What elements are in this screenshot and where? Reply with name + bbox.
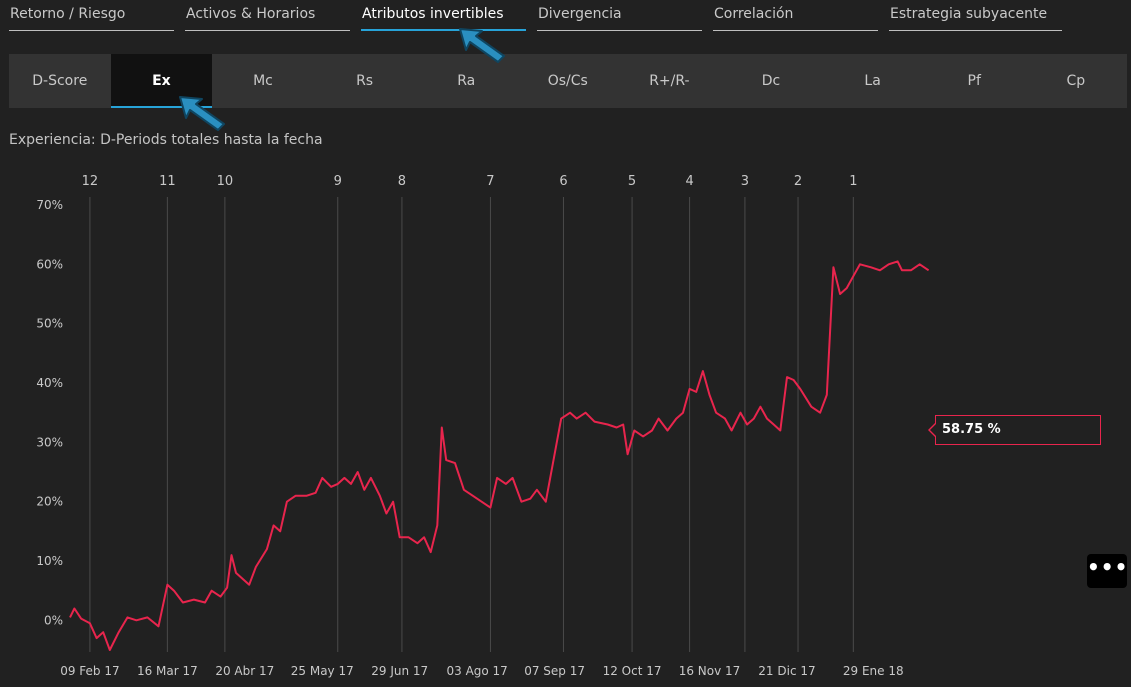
- y-tick-label: 30%: [36, 435, 63, 449]
- subtab-r-plus-minus[interactable]: R+/R-: [619, 54, 721, 108]
- cursor-arrow-icon: [179, 96, 225, 131]
- period-marker-label: 7: [486, 174, 494, 189]
- subtab-pf[interactable]: Pf: [923, 54, 1025, 108]
- series-line: [69, 260, 930, 651]
- x-axis: 09 Feb 17 16 Mar 17 20 Abr 17 25 May 17 29 J…: [60, 664, 903, 678]
- x-tick-label: 16 Nov 17: [679, 664, 741, 678]
- series: [69, 260, 930, 651]
- tab-retorno-riesgo[interactable]: Retorno / Riesgo: [9, 6, 174, 31]
- experience-chart: 12 11 10 9 8 7 6 5 4 3 2 1 0% 10% 20% 30% 40% 50% 60% 70% …: [0, 160, 1131, 687]
- y-tick-label: 70%: [36, 198, 63, 212]
- period-marker-label: 1: [849, 174, 857, 189]
- x-tick-label: 20 Abr 17: [215, 664, 274, 678]
- tab-activos-horarios[interactable]: Activos & Horarios: [185, 6, 350, 31]
- subtab-d-score[interactable]: D-Score: [9, 54, 111, 108]
- period-marker-label: 4: [685, 174, 693, 189]
- subtab-dc[interactable]: Dc: [720, 54, 822, 108]
- subtab-rs[interactable]: Rs: [314, 54, 416, 108]
- y-tick-label: 50%: [36, 317, 63, 331]
- period-marker-label: 2: [794, 174, 802, 189]
- subtab-la[interactable]: La: [822, 54, 924, 108]
- cursor-arrow-icon: [459, 28, 505, 63]
- period-marker-label: 10: [217, 174, 234, 189]
- y-tick-label: 0%: [44, 613, 63, 627]
- period-marker-label: 12: [82, 174, 99, 189]
- period-marker-label: 5: [628, 174, 636, 189]
- y-tick-label: 60%: [36, 257, 63, 271]
- period-marker-label: 6: [559, 174, 567, 189]
- period-marker-label: 8: [398, 174, 406, 189]
- period-marker-label: 11: [159, 174, 176, 189]
- tab-estrategia-subyacente[interactable]: Estrategia subyacente: [889, 6, 1062, 31]
- current-value-label: 58.75 %: [928, 415, 1101, 445]
- y-tick-label: 10%: [36, 554, 63, 568]
- period-marker-label: 3: [741, 174, 749, 189]
- y-tick-label: 20%: [36, 495, 63, 509]
- top-tab-bar: Retorno / Riesgo Activos & Horarios Atri…: [0, 0, 1131, 36]
- x-tick-label: 16 Mar 17: [137, 664, 198, 678]
- x-tick-label: 12 Oct 17: [603, 664, 662, 678]
- x-tick-label: 21 Dic 17: [758, 664, 815, 678]
- x-tick-label: 03 Ago 17: [446, 664, 507, 678]
- period-marker-label: 9: [334, 174, 342, 189]
- more-options-button[interactable]: •••: [1087, 554, 1127, 588]
- x-tick-label: 25 May 17: [291, 664, 354, 678]
- tab-divergencia[interactable]: Divergencia: [537, 6, 702, 31]
- subtab-os-cs[interactable]: Os/Cs: [517, 54, 619, 108]
- y-tick-label: 40%: [36, 376, 63, 390]
- x-tick-label: 29 Jun 17: [371, 664, 428, 678]
- y-axis: 0% 10% 20% 30% 40% 50% 60% 70%: [36, 198, 63, 627]
- x-tick-label: 09 Feb 17: [60, 664, 119, 678]
- x-tick-label: 07 Sep 17: [524, 664, 585, 678]
- chart-description: Experiencia: D-Periods totales hasta la …: [9, 132, 323, 148]
- x-tick-label: 29 Ene 18: [843, 664, 904, 678]
- subtab-cp[interactable]: Cp: [1025, 54, 1127, 108]
- tab-correlacion[interactable]: Correlación: [713, 6, 878, 31]
